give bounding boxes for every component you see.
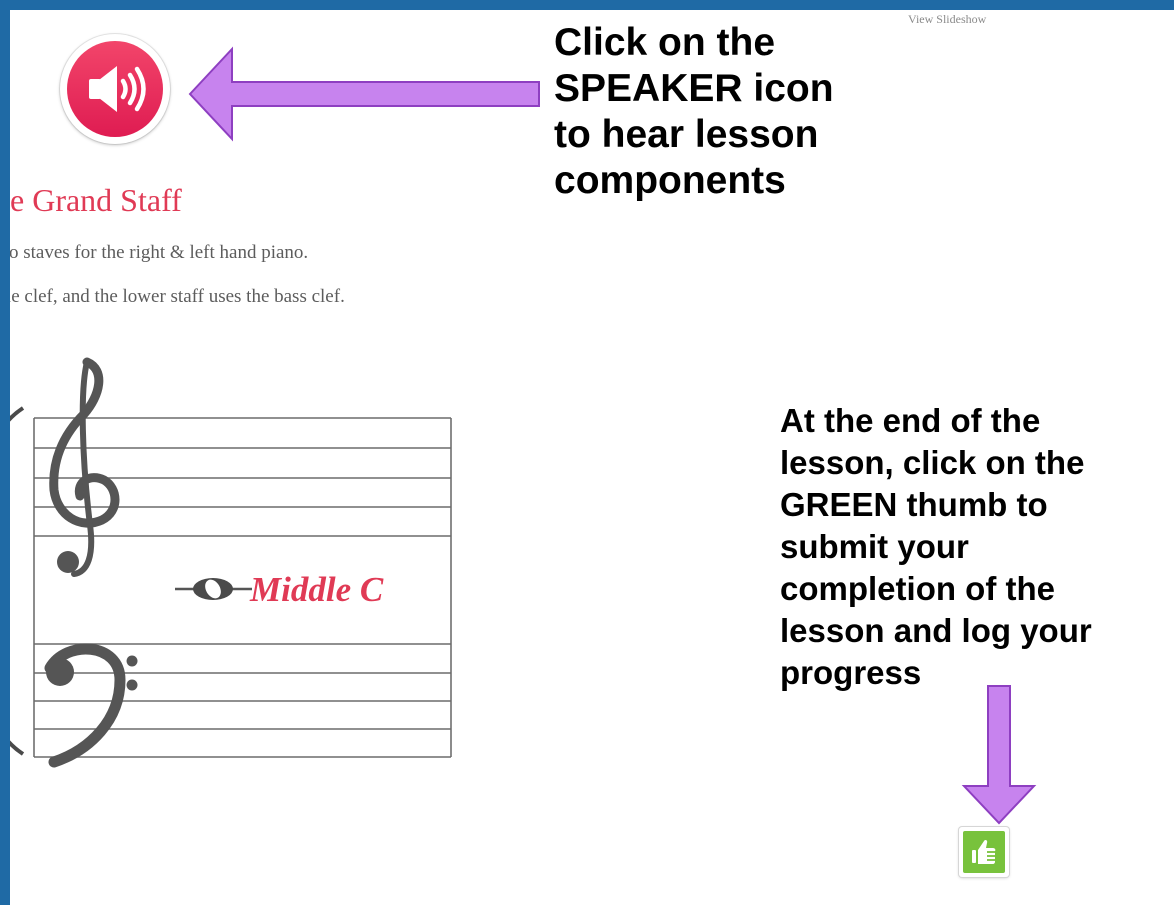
thumbs-up-button[interactable] (959, 827, 1009, 877)
speaker-instruction-text: Click on the SPEAKER icon to hear lesson… (554, 21, 834, 202)
speaker-button[interactable] (60, 34, 170, 144)
down-arrow-annotation (961, 685, 1037, 825)
bass-clef (44, 643, 138, 768)
middle-c-label: Middle C (249, 570, 384, 609)
lesson-text-line: two staves for the right & left hand pia… (10, 242, 309, 263)
grand-staff-image: Middle C (10, 357, 452, 768)
lesson-title: he Grand Staff (10, 182, 182, 218)
left-arrow-annotation (188, 46, 540, 142)
lesson-text-line: eble clef, and the lower staff uses the … (10, 286, 345, 307)
brace-bottom (10, 740, 25, 756)
treble-clef (49, 357, 120, 577)
lesson-panel: View Slideshow Click on the SPEAKER icon… (10, 10, 1174, 905)
middle-c-note (175, 578, 252, 600)
speaker-icon (67, 41, 163, 137)
thumb-instruction-text: At the end of the lesson, click on the G… (780, 402, 1092, 691)
brace-top (10, 406, 25, 422)
view-slideshow-link[interactable]: View Slideshow (908, 12, 986, 27)
thumbs-up-icon (963, 831, 1005, 873)
